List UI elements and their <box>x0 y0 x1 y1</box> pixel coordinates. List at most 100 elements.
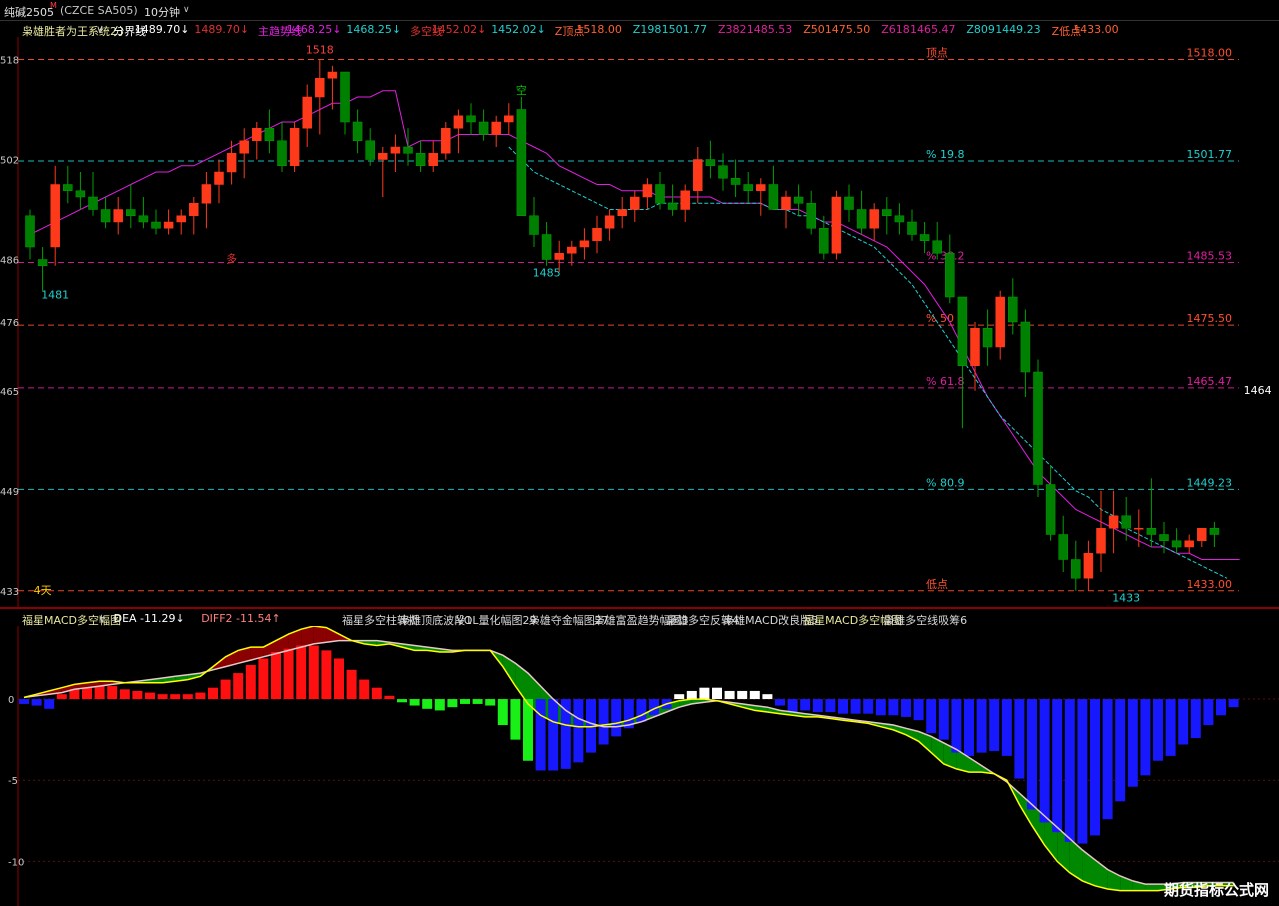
price-annotation: 1481 <box>41 289 69 302</box>
symbol-name[interactable]: 纯碱2505 <box>4 4 54 20</box>
macd-histogram-bar <box>1153 699 1163 761</box>
candle-body <box>819 228 829 254</box>
fib-percent-label: % 61.8 <box>926 375 964 388</box>
candle-body <box>390 146 401 154</box>
candle-body <box>945 253 955 298</box>
fib-value-label: 1465.47 <box>1187 375 1233 388</box>
candle-body <box>63 184 73 191</box>
macd-histogram-bar <box>1203 699 1214 726</box>
macd-histogram-bar <box>1228 699 1239 708</box>
macd-histogram-bar <box>119 689 130 700</box>
macd-histogram-bar <box>712 687 722 700</box>
macd-histogram-bar <box>926 699 937 734</box>
macd-histogram-bar <box>825 699 836 713</box>
candle-body <box>327 71 338 79</box>
macd-histogram-bar <box>1077 699 1088 844</box>
candle-body <box>50 184 60 248</box>
macd-histogram-bar <box>346 669 357 700</box>
candle-body <box>302 96 312 129</box>
macd-histogram-bar <box>1216 699 1226 716</box>
candle-body <box>516 109 527 216</box>
macd-histogram-bar <box>850 699 861 714</box>
contract-code: (CZCE SA505) <box>60 4 138 17</box>
macd-histogram-bar <box>258 658 269 700</box>
macd-histogram-bar <box>44 699 55 709</box>
panel-divider[interactable] <box>0 607 1279 609</box>
candle-body <box>730 178 741 185</box>
macd-histogram-bar <box>775 699 785 706</box>
candle-body <box>592 228 602 241</box>
candle-body <box>793 196 804 204</box>
macd-histogram-bar <box>94 686 105 700</box>
period-selector[interactable]: 10分钟 <box>144 4 180 20</box>
macd-histogram-bar <box>308 645 319 700</box>
candle-body <box>365 140 375 160</box>
legend-label: Z198 <box>632 23 662 36</box>
macd-histogram-bar <box>548 699 559 771</box>
legend-value: 1485.53 <box>746 23 793 36</box>
chevron-down-icon[interactable]: ∨ <box>96 23 104 36</box>
macd-histogram-bar <box>1014 699 1025 779</box>
candle-body <box>264 128 275 141</box>
candle-body <box>529 215 539 235</box>
y-tick-label: 476 <box>0 318 19 329</box>
macd-histogram-bar <box>1190 699 1201 739</box>
y-tick-label: 433 <box>0 587 19 598</box>
candle-body <box>970 328 980 366</box>
fib-value-label: 1449.23 <box>1187 476 1233 489</box>
chevron-down-icon[interactable]: ∨ <box>98 612 106 625</box>
macd-histogram-bar <box>283 648 294 700</box>
candle-body <box>37 259 48 266</box>
candle-body <box>806 203 816 229</box>
candle-body <box>214 171 224 185</box>
candle-body <box>226 153 237 173</box>
macd-histogram-bar <box>245 664 256 700</box>
candle-body <box>554 253 564 260</box>
candle-body <box>680 190 690 210</box>
fib-percent-label: % 19.8 <box>926 148 964 161</box>
macd-histogram-bar <box>737 690 748 700</box>
legend-value: 1489.70↓ <box>194 23 250 36</box>
candle-body <box>655 184 665 204</box>
candle-body <box>1071 559 1081 579</box>
fib-percent-label: % 50 <box>926 312 954 325</box>
macd-histogram-bar <box>271 651 281 700</box>
candle-body <box>1033 371 1043 485</box>
macd-histogram-bar <box>762 694 773 700</box>
chevron-down-icon[interactable]: ∨ <box>183 5 190 15</box>
candle-body <box>100 209 111 223</box>
macd-histogram-bar <box>296 645 307 700</box>
macd-chart[interactable]: 0 -5 -10 <box>0 626 1279 906</box>
macd-fill <box>1145 884 1158 891</box>
legend-value: 1518.00 <box>576 23 622 36</box>
macd-histogram-bar <box>913 699 924 721</box>
macd-histogram-bar <box>220 679 231 700</box>
macd-histogram-bar <box>1178 699 1189 745</box>
candle-body <box>579 240 590 248</box>
macd-histogram-bar <box>1127 699 1138 787</box>
candle-body <box>957 296 968 366</box>
moving-average-line <box>508 146 1228 579</box>
legend-label: Z618 <box>881 23 910 36</box>
candle-body <box>504 115 514 123</box>
legend-value: 1433.00 <box>1073 23 1119 36</box>
legend-value: 1501.77 <box>661 23 708 36</box>
macd-histogram-bar <box>1039 699 1050 823</box>
macd-histogram-bar <box>472 699 483 704</box>
candle-body <box>113 209 123 223</box>
macd-histogram-bar <box>56 694 67 700</box>
price-annotation: 4天 <box>34 584 52 597</box>
candle-body <box>617 209 627 216</box>
candle-body <box>352 121 363 141</box>
macd-histogram-bar <box>19 699 29 704</box>
candle-body <box>1045 484 1056 535</box>
candle-body <box>541 234 552 260</box>
macd-histogram-bar <box>409 699 420 706</box>
candlestick-chart[interactable]: 518 502 486 476 465 449 433 顶点 1518.00 % 19.8 1501… <box>0 37 1279 607</box>
candle-body <box>378 153 388 160</box>
candle-body <box>932 240 942 254</box>
candle-body <box>1083 553 1094 579</box>
main-indicator-legend: 枭雄胜者为王系统23 ∨ 分界线 1489.70↓ 1489.70↓ 主趋势线 1468.2… <box>0 21 1279 38</box>
candle-body <box>768 184 779 210</box>
candle-body <box>882 209 892 216</box>
